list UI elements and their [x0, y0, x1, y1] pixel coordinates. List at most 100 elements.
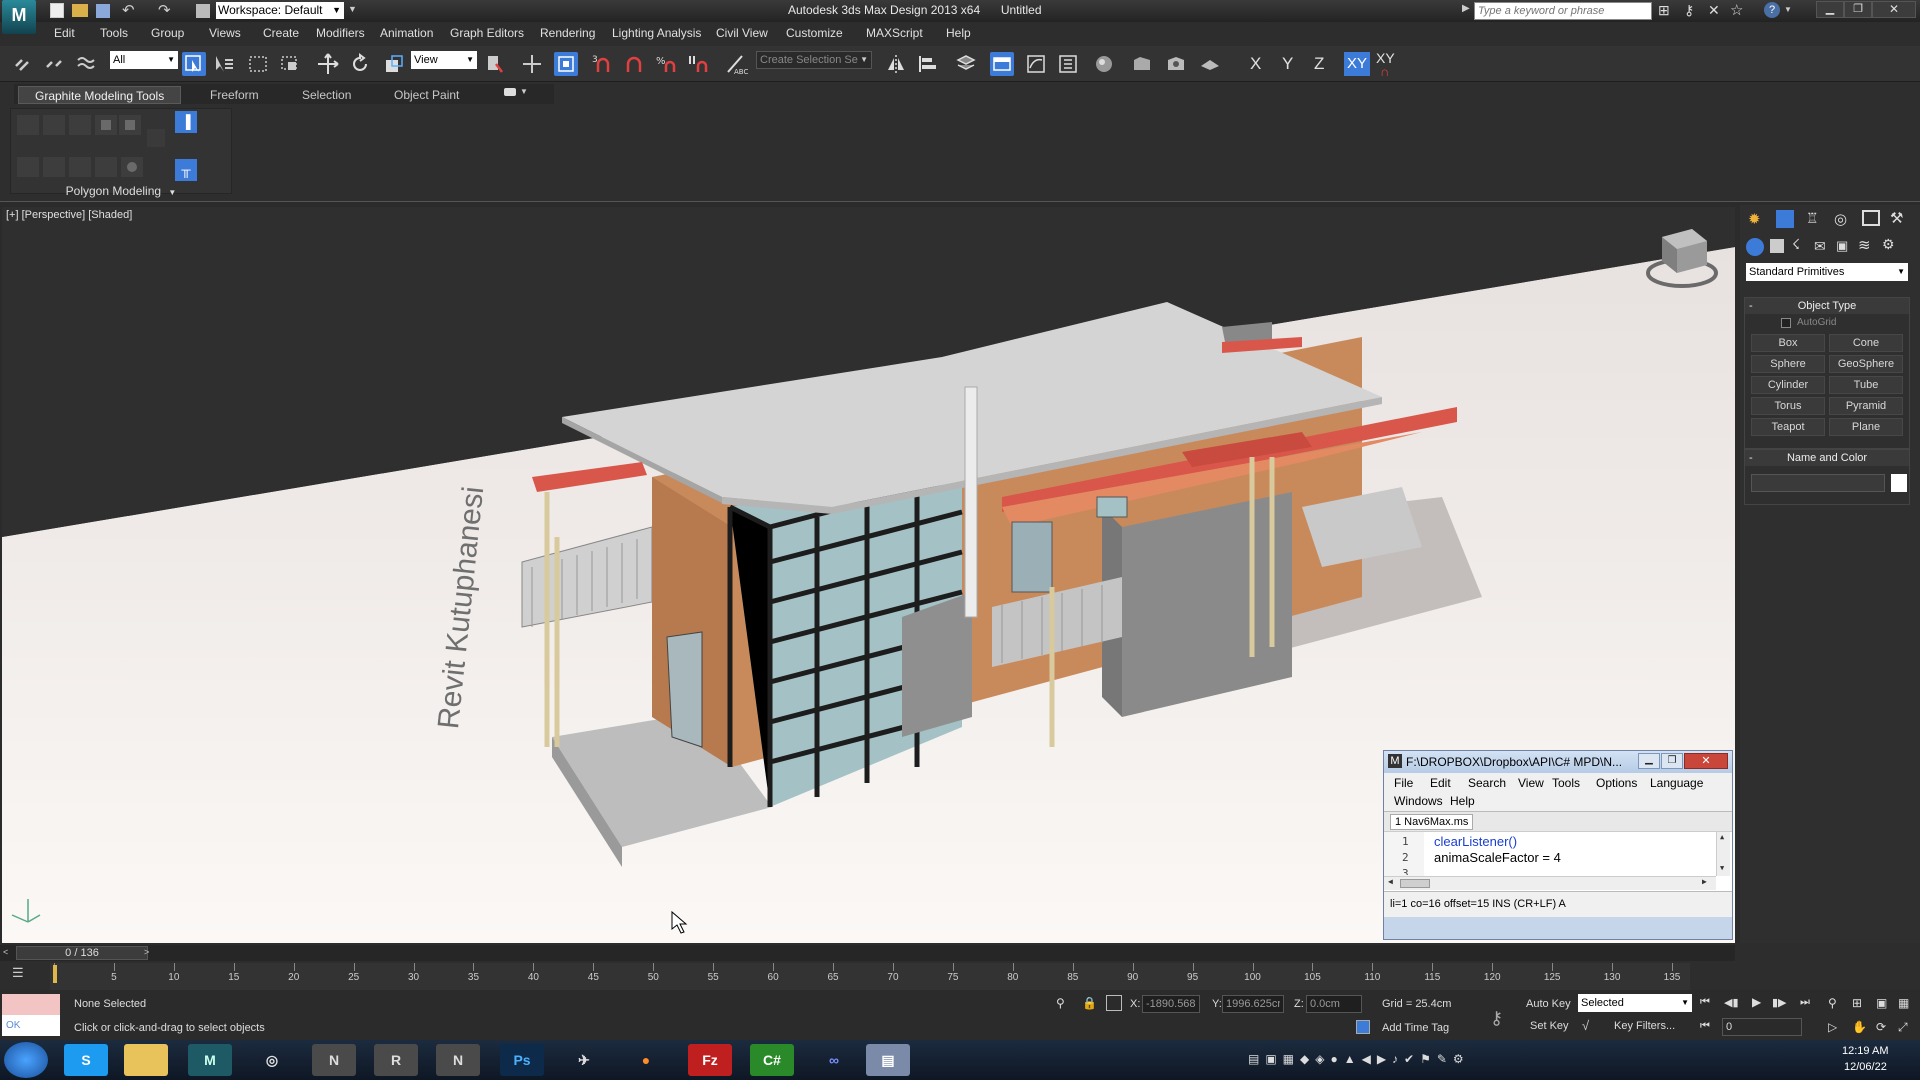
vertical-scrollbar[interactable]: ▲ ▼ — [1716, 832, 1730, 876]
schematic-view-icon[interactable] — [1056, 52, 1080, 76]
use-soft-selection-icon[interactable] — [95, 157, 117, 177]
maxscript-editor-window[interactable]: M F:\DROPBOX\Dropbox\API\C# MPD\N... ▁ ❐… — [1383, 750, 1733, 940]
orbit-icon[interactable]: ⟳ — [1876, 1020, 1886, 1034]
maxscript-menu-tools[interactable]: Tools — [1552, 776, 1580, 790]
key-mode-toggle-icon[interactable]: ⏮ — [1700, 1020, 1710, 1033]
border-mode-icon[interactable] — [43, 157, 65, 177]
angle-snap-icon[interactable] — [622, 52, 646, 76]
maxscript-tab[interactable]: 1 Nav6Max.ms — [1390, 814, 1474, 830]
rectangular-selection-icon[interactable] — [246, 52, 270, 76]
cylinder-button[interactable]: Cylinder — [1751, 376, 1825, 394]
menu-customize[interactable]: Customize — [786, 26, 843, 40]
menu-maxscript[interactable]: MAXScript — [866, 26, 923, 40]
chevron-down-icon[interactable]: ▼ — [1784, 5, 1792, 14]
pyramid-button[interactable]: Pyramid — [1829, 397, 1903, 415]
chevron-down-icon[interactable]: ▼ — [348, 4, 357, 14]
scroll-up-icon[interactable]: ▲ — [1720, 833, 1724, 841]
maxscript-mini-listener[interactable]: OK — [2, 994, 60, 1036]
menu-lighting-analysis[interactable]: Lighting Analysis — [612, 26, 701, 40]
motion-tab-icon[interactable]: ◎ — [1834, 210, 1847, 228]
reference-coordinate-dropdown[interactable]: View ▼ — [411, 51, 477, 69]
edge-mode-icon[interactable] — [17, 157, 39, 177]
help-icon[interactable]: ? — [1764, 2, 1780, 18]
modify-mode-icon[interactable]: ▐ — [175, 111, 197, 133]
tab-object-paint[interactable]: Object Paint — [394, 86, 459, 104]
menu-tools[interactable]: Tools — [100, 26, 128, 40]
menu-graph-editors[interactable]: Graph Editors — [450, 26, 524, 40]
set-key-mode-icon[interactable]: ⚷ — [1490, 1008, 1503, 1029]
maxscript-menu-search[interactable]: Search — [1468, 776, 1506, 790]
favorites-star-icon[interactable]: ☆ — [1730, 1, 1743, 19]
chevron-right-icon[interactable]: ▶ — [1462, 3, 1470, 14]
3dsmax-taskbar-icon[interactable]: M — [188, 1044, 232, 1076]
menu-rendering[interactable]: Rendering — [540, 26, 595, 40]
close-icon[interactable]: ✕ — [1684, 753, 1728, 769]
lights-icon[interactable]: ☇ — [1792, 236, 1800, 253]
graphite-modeling-toggle-icon[interactable] — [990, 52, 1014, 76]
menu-edit[interactable]: Edit — [54, 26, 75, 40]
menu-modifiers[interactable]: Modifiers — [316, 26, 365, 40]
tab-graphite-modeling-tools[interactable]: Graphite Modeling Tools — [18, 86, 182, 104]
maxscript-menu-help[interactable]: Help — [1450, 794, 1475, 808]
scroll-thumb[interactable] — [1400, 879, 1430, 888]
percent-snap-icon[interactable]: % — [654, 52, 678, 76]
current-frame-field[interactable] — [1722, 1018, 1802, 1036]
tools-icon[interactable]: ✕ — [1708, 2, 1720, 19]
maxscript-menu-file[interactable]: File — [1394, 776, 1413, 790]
system-tray-icons[interactable]: ▤▣▦◆◈●▲◀▶♪✔⚑✎⚙ — [1248, 1052, 1470, 1066]
window-crossing-icon[interactable] — [278, 52, 302, 76]
rendered-frame-window-icon[interactable] — [1164, 52, 1188, 76]
pan-view-icon[interactable]: ✋ — [1852, 1020, 1867, 1034]
maximize-viewport-icon[interactable]: ⤢ — [1898, 1020, 1908, 1035]
close-icon[interactable]: ✕ — [1872, 1, 1916, 18]
rotate-icon[interactable] — [348, 52, 372, 76]
axis-constraint-xy[interactable]: XY — [1344, 52, 1370, 76]
axis-constraint-x[interactable]: X — [1250, 54, 1261, 74]
object-type-header[interactable]: - Object Type — [1745, 298, 1909, 314]
collapse-stack-icon[interactable] — [69, 115, 91, 135]
add-time-tag[interactable]: Add Time Tag — [1382, 1022, 1449, 1034]
ribbon-options-icon[interactable] — [504, 88, 516, 96]
selection-filter-dropdown[interactable]: All ▼ — [110, 51, 178, 69]
previous-modifier-icon[interactable] — [17, 115, 39, 135]
hierarchy-tab-icon[interactable]: ♖ — [1806, 210, 1819, 227]
menu-group[interactable]: Group — [151, 26, 184, 40]
next-modifier-icon[interactable] — [43, 115, 65, 135]
set-key-icon[interactable]: √ — [1582, 1018, 1589, 1033]
pivot-center-icon[interactable] — [482, 52, 506, 76]
time-slider-thumb[interactable]: 0 / 136 — [16, 946, 148, 960]
menu-views[interactable]: Views — [209, 26, 241, 40]
snaps-toggle-icon[interactable]: 3 — [590, 52, 614, 76]
minimize-icon[interactable]: ▁ — [1816, 1, 1844, 18]
revit-icon[interactable]: R — [374, 1044, 418, 1076]
select-object-icon[interactable] — [182, 52, 206, 76]
maxscript-menu-edit[interactable]: Edit — [1430, 776, 1451, 790]
name-and-color-header[interactable]: - Name and Color — [1745, 450, 1909, 466]
box-button[interactable]: Box — [1751, 334, 1825, 352]
unlink-selection-icon[interactable] — [42, 52, 66, 76]
3dsmax-active-icon[interactable]: N — [312, 1044, 356, 1076]
vertex-mode-icon[interactable] — [95, 115, 117, 135]
utilities-tab-icon[interactable]: ⚒ — [1890, 209, 1903, 227]
file-explorer-icon[interactable] — [124, 1044, 168, 1076]
notepad-icon[interactable]: ▤ — [866, 1044, 910, 1076]
edit-named-selection-icon[interactable]: ABC — [724, 52, 748, 76]
spinner-snap-icon[interactable] — [686, 52, 710, 76]
element-mode-icon[interactable] — [69, 157, 91, 177]
z-coordinate-field[interactable] — [1306, 995, 1362, 1013]
minimize-icon[interactable]: ▁ — [1638, 753, 1660, 769]
maximize-icon[interactable]: ❐ — [1661, 753, 1683, 769]
maxscript-menu-windows[interactable]: Windows — [1394, 794, 1443, 808]
cameras-icon[interactable]: ✉ — [1814, 238, 1826, 255]
move-icon[interactable] — [316, 52, 340, 76]
csharp-ide-icon[interactable]: C# — [750, 1044, 794, 1076]
set-key-button[interactable]: Set Key — [1530, 1020, 1569, 1032]
geosphere-button[interactable]: GeoSphere — [1829, 355, 1903, 373]
quick-access-open-icon[interactable] — [72, 4, 88, 17]
scale-icon[interactable] — [382, 52, 406, 76]
track-bar[interactable]: 5 10 15 20 25 30 35 40 45 50 55 60 65 70 75 80 85 90 95 100… — [50, 963, 1690, 991]
object-name-field[interactable] — [1751, 474, 1885, 492]
select-and-link-icon[interactable] — [10, 52, 34, 76]
menu-animation[interactable]: Animation — [380, 26, 433, 40]
mini-curve-editor-icon[interactable]: ☰ — [12, 965, 32, 981]
